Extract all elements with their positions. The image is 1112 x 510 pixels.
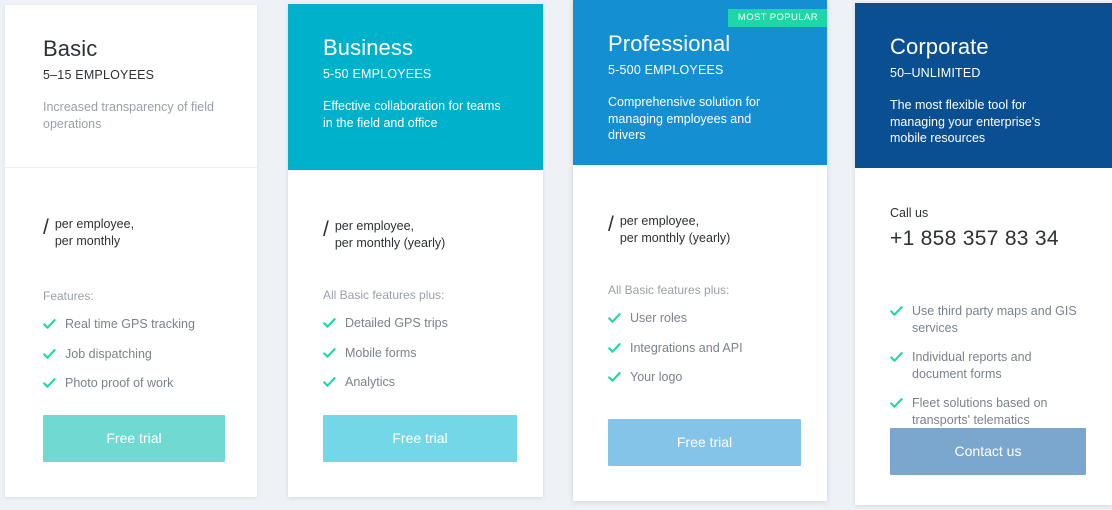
plan-card-professional[interactable]: MOST POPULAR Professional 5-500 EMPLOYEE… <box>573 0 827 501</box>
check-icon <box>608 342 621 355</box>
list-item: User roles <box>608 310 801 327</box>
price-unit-line2-professional: per monthly (yearly) <box>619 230 731 245</box>
check-icon <box>43 318 56 331</box>
check-icon <box>323 376 336 389</box>
cta-wrap-basic: Free trial <box>43 415 231 497</box>
feature-label: User roles <box>630 311 687 326</box>
status-badge-most-popular: MOST POPULAR <box>727 9 827 28</box>
contact-us-button-corporate[interactable]: Contact us <box>890 428 1086 476</box>
list-item: Individual reports and document forms <box>890 349 1086 382</box>
plan-card-corporate[interactable]: Corporate 50–UNLIMITED The most flexible… <box>855 3 1112 505</box>
features-list-professional: User roles Integrations and API Your log… <box>608 310 801 386</box>
plan-body-corporate: Call us +1 858 357 83 34 Use third party… <box>855 168 1112 510</box>
features-list-corporate: Use third party maps and GIS services In… <box>890 303 1086 428</box>
cta-wrap-professional: Free trial <box>608 419 801 501</box>
price-unit-basic: per employee, per monthly <box>55 215 134 249</box>
plan-card-basic[interactable]: Basic 5–15 EMPLOYEES Increased transpare… <box>5 5 257 497</box>
contact-block-corporate: Call us +1 858 357 83 34 <box>890 206 1086 251</box>
plan-employee-range-basic: 5–15 EMPLOYEES <box>43 68 155 83</box>
plan-title-basic: Basic <box>43 36 98 61</box>
list-item: Fleet solutions based on transports' tel… <box>890 395 1086 428</box>
feature-label: Photo proof of work <box>65 376 174 391</box>
plan-body-basic: / per employee, per monthly Features: Re… <box>5 168 257 497</box>
features-heading-basic: Features: <box>43 289 94 303</box>
price-unit-business: per employee, per monthly (yearly) <box>335 217 445 251</box>
price-unit-line1-professional: per employee, <box>619 214 700 228</box>
list-item: Your logo <box>608 369 801 386</box>
pricing-plans-board: Basic 5–15 EMPLOYEES Increased transpare… <box>0 0 1112 505</box>
plan-header-professional: MOST POPULAR Professional 5-500 EMPLOYEE… <box>573 0 827 165</box>
price-slash-professional: / <box>608 213 614 236</box>
plan-title-business: Business <box>323 35 414 60</box>
feature-label: Integrations and API <box>630 340 743 355</box>
price-unit-professional: per employee, per monthly (yearly) <box>620 212 730 246</box>
list-item: Analytics <box>323 374 517 391</box>
phone-number[interactable]: +1 858 357 83 34 <box>890 227 1086 251</box>
check-icon <box>43 348 56 361</box>
plan-price-basic: / per employee, per monthly <box>43 215 231 253</box>
plan-tagline-basic: Increased transparency of field operatio… <box>43 100 214 131</box>
list-item: Detailed GPS trips <box>323 315 517 332</box>
price-unit-line1-basic: per employee, <box>54 217 135 231</box>
feature-label: Mobile forms <box>345 345 417 360</box>
feature-label: Analytics <box>345 375 396 390</box>
features-list-basic: Real time GPS tracking Job dispatching P… <box>43 316 231 392</box>
price-slash-basic: / <box>43 216 49 239</box>
plan-price-professional: / per employee, per monthly (yearly) <box>608 212 801 250</box>
plan-employee-range-professional: 5-500 EMPLOYEES <box>608 63 724 78</box>
check-icon <box>43 377 56 390</box>
check-icon <box>890 305 903 318</box>
feature-label: Your logo <box>630 370 683 385</box>
check-icon <box>890 397 903 410</box>
price-unit-line2-basic: per monthly <box>54 233 121 248</box>
plan-tagline-professional: Comprehensive solution for managing empl… <box>608 95 761 143</box>
list-item: Real time GPS tracking <box>43 316 231 333</box>
call-us-label: Call us <box>890 206 929 220</box>
list-item: Use third party maps and GIS services <box>890 303 1086 336</box>
plan-tagline-business: Effective collaboration for teams in the… <box>323 99 501 130</box>
free-trial-button-business[interactable]: Free trial <box>323 415 517 462</box>
feature-label: Job dispatching <box>65 346 152 361</box>
feature-label: Real time GPS tracking <box>65 317 195 332</box>
plan-header-business: Business 5-50 EMPLOYEES Effective collab… <box>288 4 543 170</box>
free-trial-button-professional[interactable]: Free trial <box>608 419 801 466</box>
plan-price-business: / per employee, per monthly (yearly) <box>323 217 517 255</box>
plan-header-corporate: Corporate 50–UNLIMITED The most flexible… <box>855 3 1112 168</box>
features-heading-professional: All Basic features plus: <box>608 283 730 297</box>
feature-label: Individual reports and document forms <box>912 350 1032 381</box>
price-slash-business: / <box>323 218 329 241</box>
plan-header-basic: Basic 5–15 EMPLOYEES Increased transpare… <box>5 5 257 168</box>
plan-employee-range-business: 5-50 EMPLOYEES <box>323 67 432 82</box>
list-item: Integrations and API <box>608 340 801 357</box>
check-icon <box>608 312 621 325</box>
list-item: Photo proof of work <box>43 375 231 392</box>
price-unit-line1-business: per employee, <box>334 219 415 233</box>
plan-title-corporate: Corporate <box>890 34 989 59</box>
price-unit-line2-business: per monthly (yearly) <box>334 235 446 250</box>
check-icon <box>323 317 336 330</box>
cta-wrap-corporate: Contact us <box>890 428 1086 510</box>
free-trial-button-basic[interactable]: Free trial <box>43 415 225 462</box>
plan-tagline-corporate: The most flexible tool for managing your… <box>890 98 1041 146</box>
plan-body-business: / per employee, per monthly (yearly) All… <box>288 170 543 497</box>
cta-wrap-business: Free trial <box>323 415 517 497</box>
list-item: Mobile forms <box>323 345 517 362</box>
check-icon <box>890 351 903 364</box>
features-heading-business: All Basic features plus: <box>323 288 445 302</box>
list-item: Job dispatching <box>43 346 231 363</box>
check-icon <box>608 371 621 384</box>
check-icon <box>323 347 336 360</box>
feature-label: Fleet solutions based on transports' tel… <box>912 396 1048 427</box>
feature-label: Use third party maps and GIS services <box>912 304 1077 335</box>
plan-body-professional: / per employee, per monthly (yearly) All… <box>573 165 827 501</box>
plan-title-professional: Professional <box>608 31 731 56</box>
plan-employee-range-corporate: 50–UNLIMITED <box>890 66 981 81</box>
plan-card-business[interactable]: Business 5-50 EMPLOYEES Effective collab… <box>288 4 543 497</box>
feature-label: Detailed GPS trips <box>345 316 448 331</box>
features-list-business: Detailed GPS trips Mobile forms Analytic… <box>323 315 517 391</box>
